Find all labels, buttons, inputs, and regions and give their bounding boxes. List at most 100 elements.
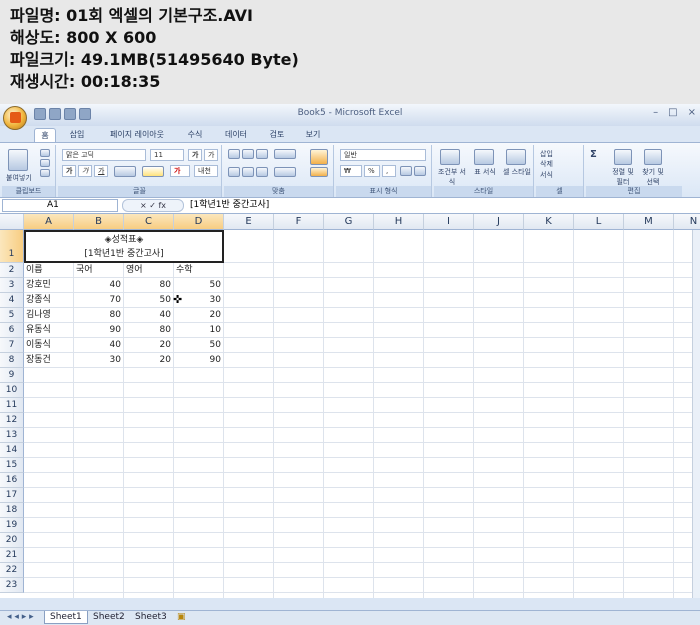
select-all-corner[interactable]: [0, 214, 24, 230]
score-cell[interactable]: 10: [174, 323, 224, 338]
row-header[interactable]: 20: [0, 533, 24, 548]
sheet-tab-sheet2[interactable]: Sheet2: [88, 611, 130, 624]
tab-view[interactable]: 보기: [300, 128, 326, 142]
comma-button[interactable]: ,: [382, 165, 396, 177]
row-header[interactable]: 22: [0, 563, 24, 578]
column-header[interactable]: B: [74, 214, 124, 230]
score-cell[interactable]: 80: [74, 308, 124, 323]
align-left-icon[interactable]: [228, 167, 240, 177]
column-header[interactable]: H: [374, 214, 424, 230]
row-header[interactable]: 14: [0, 443, 24, 458]
autosum-button[interactable]: Σ: [590, 149, 597, 160]
formula-input[interactable]: [1학년1반 중간고사]: [190, 199, 269, 212]
row-header[interactable]: 2: [0, 263, 24, 278]
row-header[interactable]: 18: [0, 503, 24, 518]
align-center-icon[interactable]: [242, 167, 254, 177]
score-cell[interactable]: 40: [74, 278, 124, 293]
cancel-icon[interactable]: ×: [140, 201, 147, 210]
score-cell[interactable]: 30: [74, 353, 124, 368]
maximize-button[interactable]: □: [668, 107, 677, 118]
name-box[interactable]: A1: [2, 199, 118, 212]
tab-page-layout[interactable]: 페이지 레이아웃: [102, 128, 172, 142]
paste-icon[interactable]: [8, 149, 28, 171]
cut-icon[interactable]: [40, 149, 50, 157]
column-header[interactable]: L: [574, 214, 624, 230]
format-painter-icon[interactable]: [40, 169, 50, 177]
header-cell[interactable]: 국어: [76, 263, 93, 278]
column-header[interactable]: K: [524, 214, 574, 230]
find-select-icon[interactable]: [644, 149, 662, 165]
name-cell[interactable]: 강종식: [26, 293, 51, 308]
score-cell[interactable]: 20: [174, 308, 224, 323]
increase-decimal-icon[interactable]: [400, 166, 412, 176]
row-header[interactable]: 13: [0, 428, 24, 443]
delete-cells-button[interactable]: 삭제: [540, 159, 553, 169]
header-cell[interactable]: 수학: [176, 263, 193, 278]
conditional-format-icon[interactable]: [440, 149, 460, 165]
row-header[interactable]: 21: [0, 548, 24, 563]
header-cell[interactable]: 영어: [126, 263, 143, 278]
sort-filter-icon[interactable]: [614, 149, 632, 165]
score-cell[interactable]: 50: [174, 278, 224, 293]
column-header[interactable]: F: [274, 214, 324, 230]
font-size-select[interactable]: 11: [150, 149, 184, 161]
tab-insert[interactable]: 삽입: [64, 128, 90, 142]
underline-button[interactable]: 가: [94, 165, 108, 177]
column-header[interactable]: A: [24, 214, 74, 230]
name-cell[interactable]: 김나영: [26, 308, 51, 323]
vertical-scrollbar[interactable]: [692, 230, 700, 598]
insert-cells-button[interactable]: 삽입: [540, 149, 553, 159]
name-cell[interactable]: 유동식: [26, 323, 51, 338]
tab-formulas[interactable]: 수식: [182, 128, 208, 142]
font-color-button[interactable]: 가: [170, 165, 190, 177]
row-header[interactable]: 7: [0, 338, 24, 353]
number-format-select[interactable]: 일반: [340, 149, 426, 161]
row-header[interactable]: 8: [0, 353, 24, 368]
row-header[interactable]: 11: [0, 398, 24, 413]
row-header[interactable]: 4: [0, 293, 24, 308]
score-cell[interactable]: 80: [124, 278, 174, 293]
merged-title-cell[interactable]: ◈성적표◈ [1학년1반 중간고사]: [24, 230, 224, 263]
phonetic-button[interactable]: 내천: [194, 165, 218, 177]
align-middle-icon[interactable]: [242, 149, 254, 159]
name-cell[interactable]: 강호민: [26, 278, 51, 293]
row-header[interactable]: 6: [0, 323, 24, 338]
fill-color-icon[interactable]: [142, 166, 164, 177]
minimize-button[interactable]: –: [653, 107, 658, 118]
name-cell[interactable]: 장동건: [26, 353, 51, 368]
column-header[interactable]: D: [174, 214, 224, 230]
decrease-decimal-icon[interactable]: [414, 166, 426, 176]
row-header[interactable]: 19: [0, 518, 24, 533]
tab-home[interactable]: 홈: [34, 128, 56, 142]
paste-label[interactable]: 붙여넣기: [6, 173, 32, 183]
row-header[interactable]: 5: [0, 308, 24, 323]
score-cell[interactable]: 20: [124, 338, 174, 353]
row-header[interactable]: 17: [0, 488, 24, 503]
format-table-label[interactable]: 표 서식: [472, 167, 498, 177]
score-cell[interactable]: 90: [174, 353, 224, 368]
row-header[interactable]: 15: [0, 458, 24, 473]
column-header[interactable]: N: [674, 214, 700, 230]
sort-filter-label[interactable]: 정렬 및 필터: [610, 167, 636, 187]
score-cell[interactable]: 90: [74, 323, 124, 338]
score-cell[interactable]: 50: [174, 338, 224, 353]
column-header[interactable]: M: [624, 214, 674, 230]
bold-button[interactable]: 가: [62, 165, 76, 177]
row-header[interactable]: 12: [0, 413, 24, 428]
sheet-nav-arrows[interactable]: ◂ ◂ ▸ ▸: [2, 611, 39, 624]
column-header[interactable]: J: [474, 214, 524, 230]
border-icon[interactable]: [114, 166, 136, 177]
insert-function-icon[interactable]: fx: [158, 201, 166, 210]
find-select-label[interactable]: 찾기 및 선택: [640, 167, 666, 187]
italic-button[interactable]: 가: [78, 165, 92, 177]
column-header[interactable]: G: [324, 214, 374, 230]
cell-styles-label[interactable]: 셀 스타일: [502, 167, 532, 177]
row-header[interactable]: 23: [0, 578, 24, 593]
cell-styles-icon[interactable]: [506, 149, 526, 165]
score-cell[interactable]: 40: [124, 308, 174, 323]
column-header[interactable]: E: [224, 214, 274, 230]
row-header[interactable]: 16: [0, 473, 24, 488]
font-name-select[interactable]: 맑은 고딕: [62, 149, 146, 161]
insert-sheet-icon[interactable]: ▣: [172, 611, 191, 624]
close-button[interactable]: ×: [688, 107, 696, 118]
